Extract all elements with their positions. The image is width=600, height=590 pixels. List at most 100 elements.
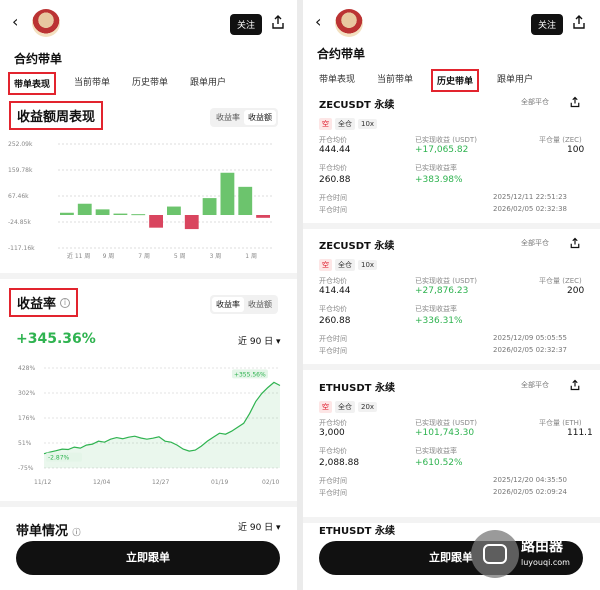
roi-value: +336.31% <box>415 316 463 326</box>
y-tick-label: 302% <box>18 390 35 397</box>
x-tick-label: 1 周 <box>245 253 257 260</box>
share-icon[interactable] <box>270 14 286 30</box>
back-chevron-icon[interactable]: ‹ <box>315 12 321 31</box>
toggle-amount[interactable]: 收益额 <box>244 297 276 312</box>
card-divider <box>303 223 600 229</box>
open-time-label: 开仓时间 <box>319 194 347 202</box>
back-chevron-icon[interactable]: ‹ <box>12 12 18 31</box>
close-all-label[interactable]: 全部平仓 <box>521 97 549 107</box>
y-tick-label: 428% <box>18 365 35 372</box>
roi-value: +345.36% <box>16 331 96 347</box>
x-tick-label: 01/19 <box>211 479 228 486</box>
leverage-badge: 10x <box>358 119 378 129</box>
bar[interactable] <box>184 215 199 230</box>
tab-current[interactable]: 当前带单 <box>70 72 114 95</box>
x-tick-label: 近 11 周 <box>67 252 90 260</box>
tab-followers[interactable]: 跟单用户 <box>493 69 537 92</box>
left-screen: ‹ 关注 合约带单 带单表现 当前带单 历史带单 跟单用户 收益额周表现 收益率… <box>0 0 297 590</box>
tab-followers[interactable]: 跟单用户 <box>186 72 230 95</box>
bar[interactable] <box>113 213 128 216</box>
bar[interactable] <box>131 214 146 216</box>
card-divider <box>303 364 600 370</box>
follow-button[interactable]: 关注 <box>531 14 564 35</box>
y-tick-label: -117.16k <box>8 245 35 252</box>
roi-label: 已实现收益率 <box>415 164 457 172</box>
card-symbol: ETHUSDT 永续 <box>319 526 395 537</box>
share-icon[interactable] <box>569 379 581 391</box>
x-tick-label: 9 周 <box>103 253 115 260</box>
weekly-toggle[interactable]: 收益率 收益额 <box>210 108 278 127</box>
pnl-value: +27,876.23 <box>415 286 469 296</box>
share-icon[interactable] <box>569 96 581 108</box>
x-tick-label: 02/10 <box>262 479 279 486</box>
y-tick-label: -24.85k <box>8 219 31 226</box>
x-tick-label: 11/12 <box>34 479 51 486</box>
margin-badge: 全仓 <box>335 259 355 271</box>
share-icon[interactable] <box>569 237 581 249</box>
card-symbol[interactable]: ZECUSDT 永续 <box>319 237 394 252</box>
close-time-value: 2026/02/05 02:32:38 <box>493 205 568 213</box>
side-badge: 空 <box>319 401 332 413</box>
close-all-label[interactable]: 全部平仓 <box>521 380 549 390</box>
close-price-value: 260.88 <box>319 175 351 185</box>
section-divider <box>0 273 297 279</box>
close-time-value: 2026/02/05 02:09:24 <box>493 488 568 496</box>
tab-history[interactable]: 历史带单 <box>128 72 172 95</box>
card-badges: 空全仓 10x <box>319 111 380 130</box>
avatar[interactable] <box>335 9 363 37</box>
follow-now-button[interactable]: 立即跟单 <box>16 541 280 575</box>
open-time-value: 2025/12/11 22:51:23 <box>493 193 568 201</box>
toggle-rate[interactable]: 收益率 <box>212 110 244 125</box>
tab-bar: 带单表现 当前带单 历史带单 跟单用户 <box>315 69 537 92</box>
bar[interactable] <box>95 209 110 216</box>
qty-label: 平仓量 (ZEC) <box>539 277 582 285</box>
roi-title-box: 收益率 i <box>9 288 79 317</box>
open-time-value: 2025/12/20 04:35:50 <box>493 476 568 484</box>
open-price-label: 开仓均价 <box>319 419 347 427</box>
toggle-amount[interactable]: 收益额 <box>244 110 276 125</box>
open-price-value: 3,000 <box>319 428 345 438</box>
card-symbol[interactable]: ETHUSDT 永续 <box>319 379 395 394</box>
right-screen: ‹ 关注 合约带单 带单表现 当前带单 历史带单 跟单用户 ZECUSDT 永续… <box>303 0 600 590</box>
close-price-value: 260.88 <box>319 316 351 326</box>
bar[interactable] <box>220 172 235 216</box>
bar[interactable] <box>256 215 270 218</box>
tab-performance[interactable]: 带单表现 <box>8 72 57 95</box>
bar[interactable] <box>60 212 74 216</box>
weekly-title: 收益额周表现 <box>9 101 104 130</box>
stats-period-select[interactable]: 近 90 日 ▾ <box>238 520 281 533</box>
watermark-title: 路由器 <box>521 539 563 555</box>
bar[interactable] <box>149 215 163 228</box>
qty-value: 200 <box>567 286 585 296</box>
follow-button[interactable]: 关注 <box>230 14 263 35</box>
roi-value: +383.98% <box>415 175 463 185</box>
card-symbol[interactable]: ZECUSDT 永续 <box>319 96 394 111</box>
tab-history[interactable]: 历史带单 <box>431 69 480 92</box>
tab-current[interactable]: 当前带单 <box>373 69 417 92</box>
qty-label: 平仓量 (ZEC) <box>539 136 582 144</box>
close-all-label[interactable]: 全部平仓 <box>521 238 549 248</box>
bar[interactable] <box>167 206 181 216</box>
close-price-label: 平仓均价 <box>319 305 347 313</box>
roi-label: 已实现收益率 <box>415 305 457 313</box>
toggle-rate[interactable]: 收益率 <box>212 297 244 312</box>
pnl-label: 已实现收益 (USDT) <box>415 136 477 144</box>
roi-toggle[interactable]: 收益率 收益额 <box>210 295 278 314</box>
x-tick-label: 3 周 <box>210 253 222 260</box>
bar[interactable] <box>202 198 217 216</box>
period-select[interactable]: 近 90 日 ▾ <box>238 334 281 347</box>
bar[interactable] <box>77 203 92 216</box>
open-price-value: 414.44 <box>319 286 351 296</box>
avatar[interactable] <box>32 9 60 37</box>
share-icon[interactable] <box>571 14 587 30</box>
section-divider <box>0 501 297 507</box>
pnl-value: +17,065.82 <box>415 145 469 155</box>
side-badge: 空 <box>319 118 332 130</box>
tab-performance[interactable]: 带单表现 <box>315 69 359 92</box>
weekly-bar-chart: 252.09k 159.78k 67.46k -24.85k -117.16k 近 11 … <box>8 141 272 260</box>
info-icon[interactable]: ⓘ <box>73 528 81 537</box>
min-label: -2.87% <box>48 455 70 462</box>
info-icon[interactable]: i <box>60 297 71 308</box>
bar[interactable] <box>238 186 253 216</box>
y-tick-label: 159.78k <box>8 167 33 174</box>
